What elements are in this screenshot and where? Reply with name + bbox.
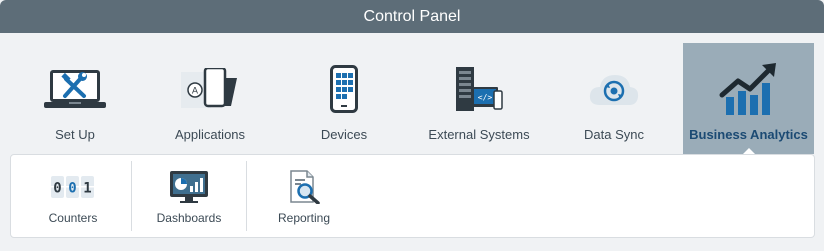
apps-phone-icon: A xyxy=(175,59,245,119)
nav-item-applications[interactable]: A Applications xyxy=(146,43,274,154)
svg-text:0: 0 xyxy=(68,181,76,197)
nav-item-business-analytics[interactable]: Business Analytics xyxy=(683,43,814,155)
growth-chart-icon xyxy=(714,59,784,119)
sub-item-counters[interactable]: 0 0 1 Counters xyxy=(15,155,131,237)
nav-item-data-sync[interactable]: Data Sync xyxy=(552,43,676,154)
smartphone-icon xyxy=(309,59,379,119)
window-title: Control Panel xyxy=(363,7,461,25)
nav-item-external-systems[interactable]: </> External Systems xyxy=(414,43,544,154)
window-title-bar: Control Panel xyxy=(0,0,824,33)
sub-item-label: Counters xyxy=(48,211,98,225)
svg-text:</>: </> xyxy=(478,93,493,102)
sub-nav-panel: 0 0 1 Counters Dashboards Reporting xyxy=(10,154,815,238)
sub-item-reporting[interactable]: Reporting xyxy=(248,155,360,237)
svg-text:0: 0 xyxy=(53,181,61,197)
nav-item-label: Set Up xyxy=(55,127,95,142)
server-devices-icon: </> xyxy=(444,59,514,119)
counter-digits-icon: 0 0 1 xyxy=(48,169,98,205)
svg-text:1: 1 xyxy=(83,181,91,197)
sub-item-dashboards[interactable]: Dashboards xyxy=(133,155,245,237)
svg-text:A: A xyxy=(192,87,199,97)
cloud-sync-icon xyxy=(579,59,649,119)
nav-item-label: Applications xyxy=(174,127,246,142)
sub-nav-divider xyxy=(131,161,132,231)
nav-item-label: External Systems xyxy=(428,127,530,142)
nav-item-devices[interactable]: Devices xyxy=(284,43,404,154)
dashboard-monitor-icon xyxy=(164,169,214,205)
nav-item-label: Business Analytics xyxy=(689,127,808,142)
laptop-tools-icon xyxy=(40,59,110,119)
sub-nav-divider xyxy=(246,161,247,231)
nav-item-label: Data Sync xyxy=(584,127,644,142)
sub-item-label: Reporting xyxy=(277,211,331,225)
top-nav: Set Up A Applications Devices </> Extern… xyxy=(0,43,824,155)
nav-item-label: Devices xyxy=(320,127,368,142)
nav-item-set-up[interactable]: Set Up xyxy=(14,43,136,154)
report-magnifier-icon xyxy=(279,169,329,205)
sub-item-label: Dashboards xyxy=(156,211,222,225)
